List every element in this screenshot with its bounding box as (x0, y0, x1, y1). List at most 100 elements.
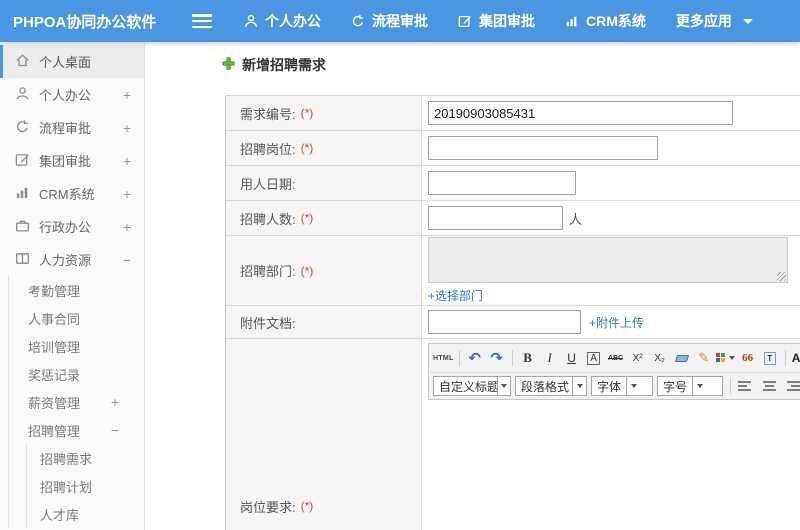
sidebar-item-attendance-mgmt[interactable]: 考勤管理 (9, 276, 144, 304)
align-left-button[interactable] (738, 377, 756, 395)
sidebar-item-group-approval[interactable]: 集团审批 + (0, 144, 144, 177)
menu-toggle-button[interactable] (192, 14, 212, 28)
attachment-upload-link[interactable]: +附件上传 (589, 314, 644, 331)
sidebar-item-crm-system[interactable]: CRM系统 + (0, 177, 144, 210)
italic-button[interactable]: I (540, 348, 560, 368)
expand-toggle[interactable]: + (123, 120, 131, 136)
sidebar-item-recruit-mgmt[interactable]: 招聘管理 − (9, 416, 144, 444)
strikethrough-button[interactable]: ABC (606, 348, 626, 368)
toolbar-separator (784, 350, 786, 366)
redo-icon[interactable]: ↷ (487, 348, 507, 368)
field-label: 招聘岗位: (240, 141, 296, 157)
choose-department-link[interactable]: +选择部门 (428, 287, 788, 304)
bold-button[interactable]: B (518, 348, 538, 368)
add-icon (222, 57, 235, 73)
format-painter-button[interactable]: ✎ (694, 348, 714, 368)
color-palette-button[interactable] (716, 348, 736, 368)
caret-down-icon[interactable] (692, 377, 707, 395)
field-label: 附件文档: (240, 315, 296, 331)
sidebar-item-personnel-contract[interactable]: 人事合同 (9, 304, 144, 332)
sidebar-item-training-mgmt[interactable]: 培训管理 (9, 332, 144, 360)
sidebar-item-talent-pool[interactable]: 人才库 (27, 500, 144, 528)
align-center-button[interactable] (760, 377, 778, 395)
recruit-count-input[interactable] (428, 206, 563, 230)
user-icon (244, 14, 258, 28)
expand-toggle[interactable]: + (111, 394, 119, 410)
font-family-select[interactable]: 字体 (591, 376, 653, 396)
nav-personal-office[interactable]: 个人办公 (244, 11, 321, 31)
underline-button[interactable]: U (562, 348, 582, 368)
font-color-button[interactable]: A (791, 348, 800, 368)
form-row-position-requirements: 岗位要求: (*) HTML ↶ ↷ B I U A ABC X² X₂ ✎ 6… (226, 339, 800, 530)
superscript-button[interactable]: X² (628, 348, 648, 368)
font-size-select[interactable]: 字号 (657, 376, 723, 396)
blockquote-button[interactable]: 66 (738, 348, 758, 368)
toolbar-separator (730, 378, 731, 394)
resize-grip[interactable] (777, 272, 786, 281)
caret-down-icon[interactable] (572, 377, 586, 395)
required-mark: (*) (300, 499, 314, 513)
paragraph-format-select[interactable]: 段落格式 (515, 376, 587, 396)
collapse-toggle[interactable]: − (111, 422, 119, 438)
page-title: 新增招聘需求 (222, 55, 326, 75)
expand-toggle[interactable]: + (123, 219, 131, 235)
custom-title-select[interactable]: 自定义标题 (433, 376, 511, 396)
sidebar-item-reward-punish-record[interactable]: 奖惩记录 (9, 360, 144, 388)
nav-workflow-approval[interactable]: 流程审批 (351, 11, 428, 31)
form-row-recruit-department: 招聘部门: (*) +选择部门 (226, 236, 800, 306)
field-label: 招聘部门: (240, 264, 296, 279)
sidebar-item-personal-desktop[interactable]: 个人桌面 (0, 45, 144, 78)
nav-crm-system[interactable]: CRM系统 (565, 11, 646, 31)
user-icon (15, 86, 30, 104)
sidebar-item-salary-mgmt[interactable]: 薪资管理 + (9, 388, 144, 416)
required-mark: (*) (300, 106, 314, 120)
caret-down-icon (729, 356, 736, 360)
sidebar: 个人桌面 个人办公 + 流程审批 + 集团审批 + CRM系统 + 行政办公 +… (0, 42, 145, 530)
required-mark: (*) (300, 211, 314, 225)
attachment-input[interactable] (428, 310, 581, 334)
expand-toggle[interactable]: + (123, 153, 131, 169)
caret-down-icon[interactable] (497, 377, 510, 395)
field-label: 用人日期: (240, 176, 296, 192)
paste-text-button[interactable]: T (760, 348, 780, 368)
hire-date-input[interactable] (428, 171, 576, 195)
sidebar-item-admin-office[interactable]: 行政办公 + (0, 210, 144, 243)
recruit-department-textarea[interactable] (428, 237, 788, 283)
required-mark: (*) (300, 263, 314, 278)
nav-group-approval[interactable]: 集团审批 (458, 11, 535, 31)
sidebar-item-recruit-demand[interactable]: 招聘需求 (27, 444, 144, 472)
caret-down-icon[interactable] (626, 377, 641, 395)
book-icon (15, 251, 30, 269)
sidebar-item-workflow-approval[interactable]: 流程审批 + (0, 111, 144, 144)
recruit-position-input[interactable] (428, 136, 658, 160)
app-window: PHPOA协同办公软件 个人办公 流程审批 集团审批 CRM系统 更多应用 个人… (0, 0, 800, 530)
chart-icon (565, 14, 579, 28)
subscript-button[interactable]: X₂ (650, 348, 670, 368)
demand-number-input[interactable] (428, 101, 733, 125)
sidebar-item-recruit-plan[interactable]: 招聘计划 (27, 472, 144, 500)
app-header: PHPOA协同办公软件 个人办公 流程审批 集团审批 CRM系统 更多应用 (0, 0, 800, 42)
recruit-demand-form: 需求编号: (*) 招聘岗位: (*) 用人日期: (225, 95, 800, 530)
html-source-button[interactable]: HTML (433, 348, 454, 368)
undo-icon[interactable]: ↶ (465, 348, 485, 368)
paste-icon: T (763, 351, 776, 365)
top-nav: 个人办公 流程审批 集团审批 CRM系统 更多应用 (244, 11, 783, 31)
edit-icon (458, 14, 472, 28)
toolbar-separator (511, 350, 513, 366)
expand-toggle[interactable]: + (123, 87, 131, 103)
form-row-recruit-count: 招聘人数: (*) 人 (226, 201, 800, 236)
nav-more-apps[interactable]: 更多应用 (676, 11, 753, 31)
align-right-button[interactable] (782, 377, 800, 395)
editor-toolbar-row2: 自定义标题 段落格式 字体 字号 (429, 372, 800, 399)
remove-format-button[interactable] (672, 348, 692, 368)
editor-toolbar-row1: HTML ↶ ↷ B I U A ABC X² X₂ ✎ 66 T A (429, 344, 800, 372)
collapse-toggle[interactable]: − (123, 252, 131, 268)
process-icon (351, 14, 365, 28)
eraser-icon (674, 354, 689, 362)
field-label: 岗位要求: (240, 499, 296, 515)
char-border-button[interactable]: A (587, 351, 600, 365)
expand-toggle[interactable]: + (123, 186, 131, 202)
sidebar-item-personal-office[interactable]: 个人办公 + (0, 78, 144, 111)
sidebar-item-human-resources[interactable]: 人力资源 − (0, 243, 144, 276)
recruit-submenu: 招聘需求 招聘计划 人才库 (26, 444, 144, 528)
